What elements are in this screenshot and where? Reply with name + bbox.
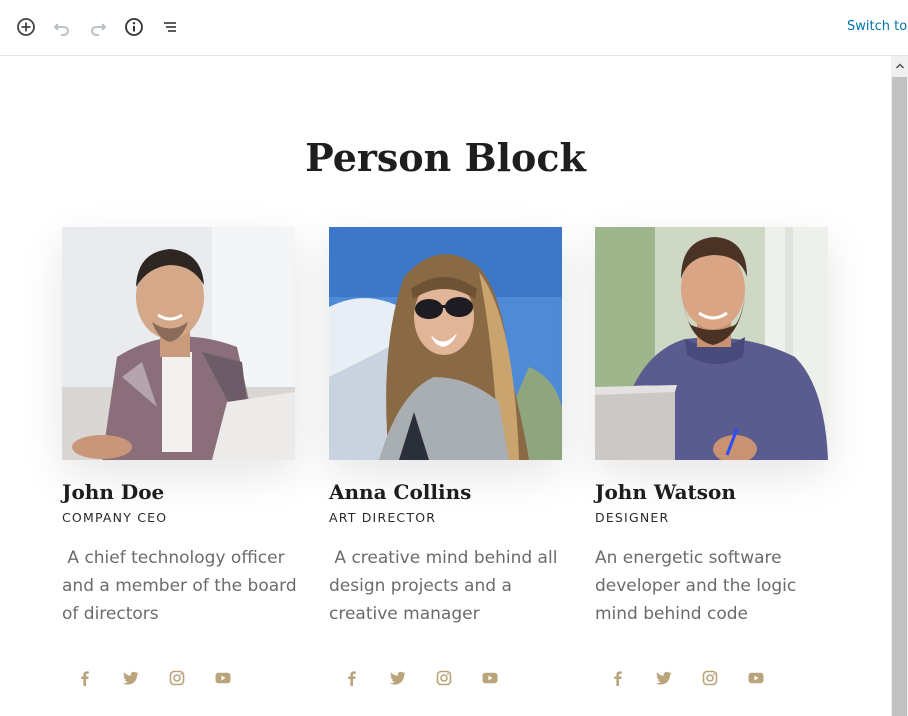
instagram-icon [169, 670, 185, 686]
twitter-icon [656, 671, 672, 685]
twitter-icon [390, 671, 406, 685]
woman-with-sunglasses-photo [329, 227, 562, 460]
plus-circle-icon [17, 18, 35, 36]
person-role: COMPANY CEO [62, 510, 168, 525]
twitter-link[interactable] [387, 667, 409, 689]
youtube-link[interactable] [745, 667, 767, 689]
twitter-link[interactable] [120, 667, 142, 689]
person-role: DESIGNER [595, 510, 670, 525]
block-navigation-button[interactable] [159, 16, 181, 38]
person-card[interactable]: Anna Collins ART DIRECTOR A creative min… [329, 227, 562, 686]
person-photo [62, 227, 295, 460]
person-photo [329, 227, 562, 460]
redo-button[interactable] [87, 16, 109, 38]
person-card[interactable]: John Doe COMPANY CEO A chief technology … [62, 227, 297, 686]
person-name: John Watson [595, 480, 736, 504]
person-bio: A chief technology officer and a member … [62, 548, 303, 624]
undo-icon [53, 23, 69, 36]
scroll-thumb[interactable] [892, 77, 907, 716]
content-info-button[interactable] [123, 16, 145, 38]
facebook-link[interactable] [341, 667, 363, 689]
person-photo [595, 227, 828, 460]
facebook-link[interactable] [74, 667, 96, 689]
editor-toolbar: Switch to D [0, 0, 908, 56]
twitter-link[interactable] [653, 667, 675, 689]
social-links [74, 667, 234, 689]
facebook-link[interactable] [607, 667, 629, 689]
chevron-up-icon [895, 63, 904, 69]
facebook-icon [348, 671, 356, 686]
undo-button[interactable] [51, 16, 73, 38]
person-role: ART DIRECTOR [329, 510, 437, 525]
twitter-icon [123, 671, 139, 685]
scrollbar[interactable] [891, 56, 908, 716]
instagram-link[interactable] [433, 667, 455, 689]
social-links [341, 667, 501, 689]
youtube-icon [215, 672, 231, 684]
bearded-man-with-laptop-photo [595, 227, 828, 460]
social-links [607, 667, 767, 689]
info-icon [125, 18, 143, 36]
list-view-icon [164, 22, 176, 32]
youtube-icon [482, 672, 498, 684]
youtube-icon [748, 672, 764, 684]
facebook-icon [81, 671, 89, 686]
instagram-link[interactable] [166, 667, 188, 689]
redo-icon [91, 23, 107, 36]
instagram-link[interactable] [699, 667, 721, 689]
person-bio: A creative mind behind all design projec… [329, 548, 563, 624]
person-bio: An energetic software developer and the … [595, 548, 802, 624]
person-card[interactable]: John Watson DESIGNER An energetic softwa… [595, 227, 828, 686]
page-title[interactable]: Person Block [0, 135, 891, 180]
scroll-up-button[interactable] [891, 56, 908, 76]
youtube-link[interactable] [212, 667, 234, 689]
facebook-icon [614, 671, 622, 686]
person-name: Anna Collins [329, 480, 472, 504]
add-block-button[interactable] [15, 16, 37, 38]
youtube-link[interactable] [479, 667, 501, 689]
editor-canvas: Person Block John Doe COMPANY CEO A chie… [0, 57, 891, 716]
instagram-icon [702, 670, 718, 686]
person-name: John Doe [62, 480, 165, 504]
instagram-icon [436, 670, 452, 686]
man-in-plaid-shirt-photo [62, 227, 295, 460]
switch-to-draft-link[interactable]: Switch to D [847, 19, 908, 34]
